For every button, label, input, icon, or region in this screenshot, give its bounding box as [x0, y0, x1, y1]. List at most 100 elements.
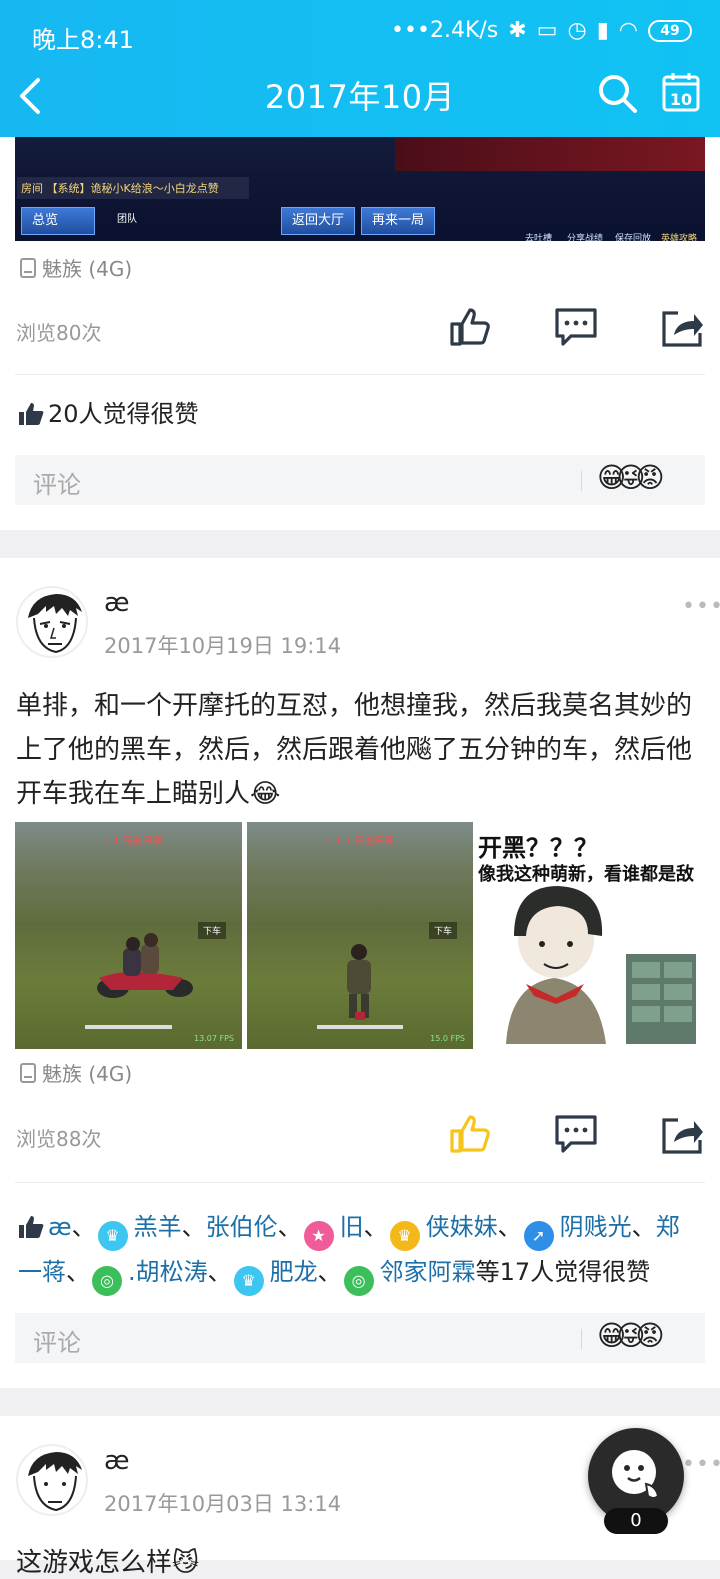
post-card: æ 2017年10月19日 19:14 ••• 单排，和一个开摩托的互怼，他想撞…	[0, 558, 720, 1388]
avatar[interactable]	[16, 1444, 88, 1516]
more-options-icon[interactable]: •••	[682, 594, 720, 619]
share-button-icon[interactable]	[660, 1112, 704, 1156]
player-character-icon	[347, 944, 371, 1020]
star-badge-icon: ★	[303, 1221, 334, 1251]
liker-name[interactable]: 羔羊	[134, 1213, 182, 1241]
crown-badge-icon: ♛	[97, 1221, 128, 1251]
liker-name[interactable]: 侠妹妹	[426, 1213, 498, 1241]
floating-count-badge: 0	[604, 1508, 668, 1534]
network-speed: •••2.4K/s	[391, 18, 499, 43]
status-icons: •••2.4K/s ✱ ▭ ◷ ▮ ◠ 49	[391, 18, 692, 43]
nav-bar: 2017年10月 10	[0, 70, 720, 137]
liker-name[interactable]: .胡松涛	[128, 1258, 208, 1286]
comment-button-icon[interactable]	[554, 1112, 598, 1156]
crown-badge-icon: ♛	[389, 1221, 420, 1251]
comment-placeholder: 评论	[33, 471, 81, 499]
game-hud-text: 1 1 1 毒圈来袭	[94, 836, 163, 847]
view-count: 浏览80次	[16, 321, 102, 345]
divider	[581, 471, 582, 491]
more-options-icon[interactable]: •••	[682, 1452, 720, 1477]
post-timestamp: 2017年10月19日 19:14	[104, 634, 342, 658]
team-label: 团队	[117, 214, 137, 225]
like-summary-suffix: 等17人觉得很赞	[475, 1258, 651, 1286]
post-image-game-result[interactable]: 房间 【系统】诡秘小K给浪～小白龙点赞 总览 团队 返回大厅 再来一局 去吐槽 …	[15, 137, 705, 241]
status-time: 晚上8:41	[32, 26, 134, 54]
game-tag: 下车	[197, 922, 226, 939]
post-username[interactable]: æ	[104, 588, 130, 618]
emoji-picker-icon[interactable]: 😁😜😡	[597, 1319, 665, 1352]
comment-input[interactable]: 评论 😁😜😡	[15, 455, 705, 505]
liker-name[interactable]: 肥龙	[270, 1258, 318, 1286]
divider	[15, 1182, 705, 1183]
game-mini-label: 分享战绩	[567, 234, 604, 241]
avatar-face-icon	[28, 1452, 82, 1512]
health-bar	[317, 1025, 403, 1029]
battery-icon: 49	[648, 19, 692, 42]
phone-icon	[20, 257, 36, 278]
calendar-icon[interactable]: 10	[662, 72, 700, 112]
meme-caption-2: 像我这种萌新，看谁都是敌	[478, 864, 694, 885]
game-mini-label: 保存回放	[615, 234, 652, 241]
divider	[15, 374, 705, 375]
game-tag: 下车	[428, 922, 457, 939]
swirl-badge-icon: ◎	[92, 1266, 122, 1296]
liker-name[interactable]: 邻家阿霖	[380, 1258, 476, 1286]
post-text: 这游戏怎么样😼	[16, 1548, 200, 1578]
play-again-button: 再来一局	[361, 207, 436, 235]
like-summary: æ、 ♛ 羔羊、张伯伦、 ★ 旧、 ♛ 侠妹妹、 ➚ 阴贱光、郑一蒋、 ◎ .胡松涛、 ♛ 肥龙、 ◎ 邻家…	[18, 1206, 702, 1296]
like-button-icon-active[interactable]	[448, 1112, 492, 1156]
search-icon[interactable]	[596, 72, 638, 114]
post-username[interactable]: æ	[104, 1446, 130, 1476]
comment-input[interactable]: 评论 😁😜😡	[15, 1313, 705, 1363]
phone-icon	[20, 1062, 36, 1083]
meme-soldier-icon	[506, 886, 696, 1044]
device-label: 魅族 (4G)	[20, 253, 132, 282]
lobby-button: 返回大厅	[281, 207, 356, 235]
like-summary: 20人觉得很赞	[18, 393, 199, 435]
game-mini-label: 英雄攻略	[661, 234, 698, 241]
wifi-icon: ◠	[618, 18, 638, 43]
liker-name[interactable]: 旧	[340, 1213, 364, 1241]
post-card: 房间 【系统】诡秘小K给浪～小白龙点赞 总览 团队 返回大厅 再来一局 去吐槽 …	[0, 137, 720, 530]
game-hud-text: 1 1 1 毒圈来袭	[325, 836, 395, 847]
share-button-icon[interactable]	[660, 305, 704, 349]
post-text: 单排，和一个开摩托的互怼，他想撞我，然后我莫名其妙的上了他的黑车，然后，然后跟着…	[16, 691, 693, 809]
comment-button-icon[interactable]	[554, 305, 598, 349]
vibrate-icon: ▭	[536, 18, 558, 43]
avatar-face-icon	[28, 594, 82, 654]
post-image-meme[interactable]: 开黑？？？ 像我这种萌新，看谁都是敌	[478, 822, 705, 1049]
crown-badge-icon: ♛	[233, 1266, 264, 1296]
view-count: 浏览88次	[16, 1127, 102, 1151]
swirl-badge-icon: ◎	[343, 1266, 374, 1296]
app-header: 晚上8:41 •••2.4K/s ✱ ▭ ◷ ▮ ◠ 49 2017年10月 1…	[0, 0, 720, 137]
avatar[interactable]	[16, 586, 88, 658]
emoji-picker-icon[interactable]: 😁😜😡	[597, 461, 665, 494]
fps-label: 15.0 FPS	[430, 1034, 465, 1043]
like-summary-text: 20人觉得很赞	[48, 400, 199, 428]
health-bar	[85, 1025, 172, 1029]
status-bar: 晚上8:41 •••2.4K/s ✱ ▭ ◷ ▮ ◠ 49	[0, 0, 720, 70]
liker-name[interactable]: 张伯伦	[206, 1213, 278, 1241]
thumb-up-icon	[19, 1216, 44, 1238]
post-image[interactable]: 1 1 1 毒圈来袭 下车 13.07 FPS	[15, 822, 242, 1049]
comment-placeholder: 评论	[33, 1329, 81, 1357]
post-image[interactable]: 1 1 1 毒圈来袭 下车 15.0 FPS	[247, 822, 473, 1049]
game-system-message: 房间 【系统】诡秘小K给浪～小白龙点赞	[17, 177, 249, 199]
overview-button: 总览	[21, 207, 95, 235]
signal-icon: ▮	[596, 18, 609, 43]
divider	[581, 1329, 582, 1349]
thumb-up-icon	[19, 403, 44, 425]
meme-caption-1: 开黑？？？	[478, 834, 598, 862]
alarm-icon: ◷	[567, 18, 587, 43]
liker-name[interactable]: 阴贱光	[560, 1213, 632, 1241]
device-label: 魅族 (4G)	[20, 1058, 132, 1087]
arrow-badge-icon: ➚	[523, 1221, 554, 1251]
liker-name[interactable]: æ	[48, 1213, 72, 1241]
svg-text:10: 10	[670, 90, 692, 109]
bluetooth-icon: ✱	[508, 18, 527, 43]
enemy-team-bar	[395, 137, 705, 171]
like-button-icon[interactable]	[448, 305, 492, 349]
motorbike-icon	[97, 933, 193, 998]
fps-label: 13.07 FPS	[194, 1034, 234, 1043]
post-timestamp: 2017年10月03日 13:14	[104, 1492, 342, 1516]
